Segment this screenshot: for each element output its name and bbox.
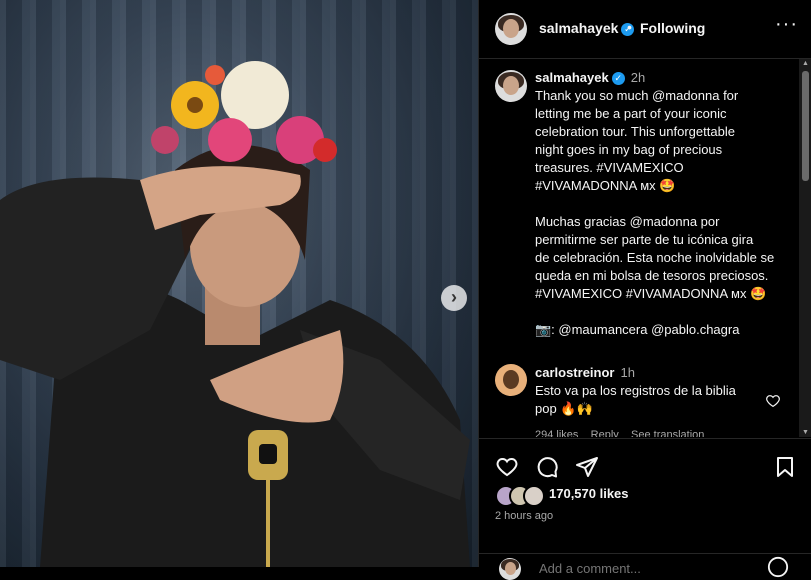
photo-subject [0,61,470,567]
next-image-button[interactable]: › [441,285,467,311]
caption-line: celebration tour. This unforgettable [535,124,735,139]
caption-line: treasures. #VIVAMEXICO [535,160,684,175]
comments-area[interactable]: salmahayek ✓ 2h Thank you so much @madonna… [479,59,799,437]
add-comment-input[interactable] [537,558,761,578]
comment-time: 1h [620,365,635,380]
caption-avatar[interactable] [495,70,527,102]
comment-text: Esto va pa los registros de la biblia [535,383,736,398]
bookmark-icon[interactable] [773,455,797,479]
following-button[interactable]: Following [640,20,705,36]
post-photo[interactable]: › [0,0,478,567]
caption-line: de celebración. Esta noche inolvidable s… [535,250,775,265]
author-username-text[interactable]: salmahayek [539,20,618,36]
caption-line: Thank you so much @madonna for [535,88,739,103]
commenter-avatar[interactable] [495,364,527,396]
separator-dot: • [627,19,632,35]
scroll-up-icon[interactable]: ▲ [802,60,809,67]
caption-line: queda en mi bolsa de tesoros preciosos. [535,268,769,283]
verified-icon: ✓ [611,72,625,86]
caption-line: #VIVAMEXICO #VIVAMADONNA ᴍx 🤩 [535,286,767,301]
photo-credit: 📷: @maumancera @pablo.chagra [535,322,740,337]
add-comment-row [479,553,811,580]
comment-icon[interactable] [535,455,559,479]
scrollbar-thumb[interactable] [802,71,809,181]
caption: salmahayek ✓ 2h Thank you so much @madonna… [535,69,791,339]
posted-time[interactable]: 2 hours ago [495,510,553,522]
post-header: salmahayek ✓ • Following ··· [479,0,811,59]
scroll-down-icon[interactable]: ▼ [802,429,809,436]
more-options-icon[interactable]: ··· [775,13,798,36]
caption-time: 2h [630,70,646,85]
chevron-right-icon: › [451,287,457,307]
heart-icon[interactable] [495,455,519,479]
caption-line: Muchas gracias @madonna por [535,214,720,229]
comment-likes[interactable]: 294 likes [535,429,578,437]
post-side-panel: salmahayek ✓ • Following ··· salmahayek ✓ 2… [478,0,811,580]
comment-heart-icon[interactable] [765,393,781,409]
author-username[interactable]: salmahayek ✓ [539,20,635,36]
likes-count[interactable]: 170,570 likes [549,486,629,501]
share-icon[interactable] [575,455,599,479]
see-translation-link[interactable]: See translation [631,429,704,437]
comment-text: pop 🔥🙌 [535,401,593,416]
caption-line: letting me be a part of your iconic [535,106,727,121]
reply-button[interactable]: Reply [591,429,619,437]
emoji-icon[interactable] [767,556,789,578]
current-user-avatar [499,558,521,580]
post-actions: 170,570 likes 2 hours ago [479,438,811,580]
caption-line: #VIVAMADONNA ᴍx 🤩 [535,178,676,193]
author-avatar[interactable] [495,13,527,45]
comment: carlostreinor 1h Esto va pa los registros… [535,364,791,437]
liker-avatar [523,485,545,507]
caption-line: permitirme ser parte de tu icónica gira [535,232,754,247]
caption-username[interactable]: salmahayek [535,70,609,85]
comment-username[interactable]: carlostreinor [535,365,614,380]
caption-line: night goes in my bag of precious [535,142,723,157]
comments-scrollbar[interactable]: ▲ ▼ [799,59,811,437]
